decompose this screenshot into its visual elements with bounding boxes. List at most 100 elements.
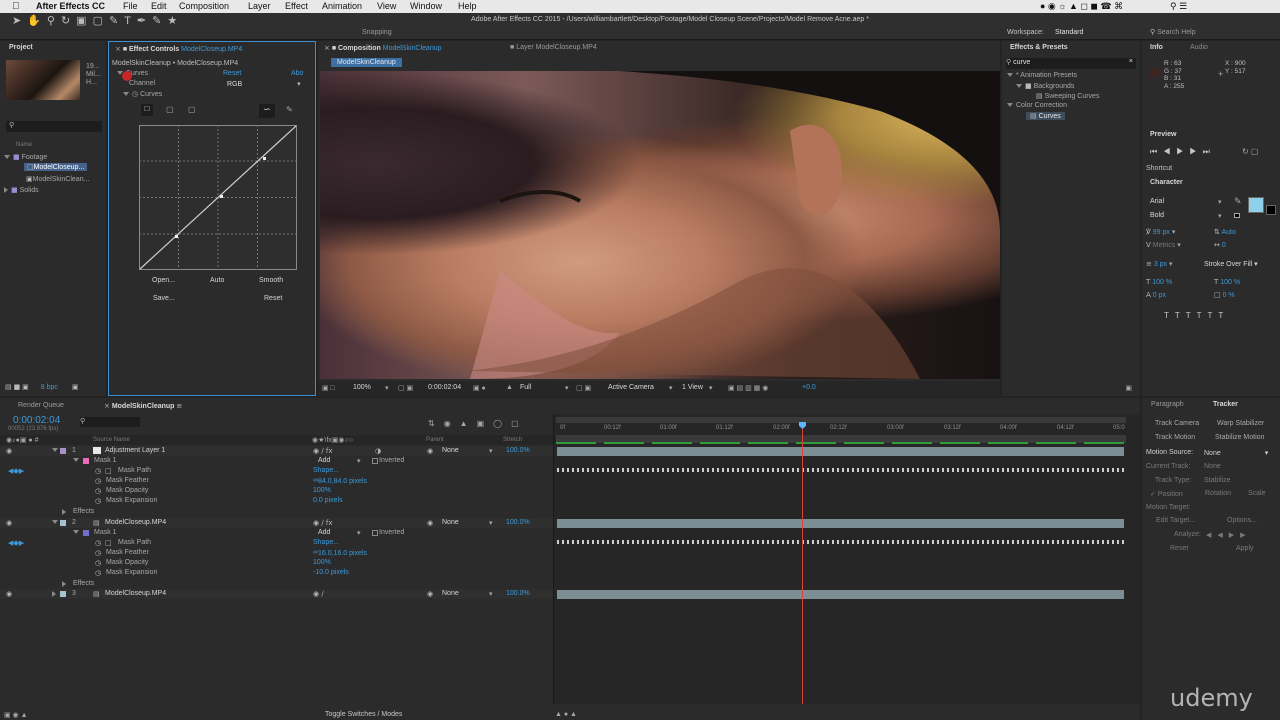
- style-chevron-icon[interactable]: ▾: [1218, 212, 1222, 220]
- position-checkbox[interactable]: ✓ Position: [1150, 490, 1183, 498]
- project-item-modelcloseup[interactable]: □ModelCloseup...: [24, 163, 88, 171]
- tab-layer[interactable]: ■ Layer ModelCloseup.MP4: [510, 44, 597, 51]
- mask-row-2[interactable]: Mask 1 Add ▾ Inverted: [0, 528, 553, 538]
- font-chevron-icon[interactable]: ▾: [1218, 198, 1222, 206]
- tracker-apply-button[interactable]: Apply: [1236, 545, 1254, 552]
- curve-size-small-button[interactable]: □: [141, 104, 153, 116]
- resolution-select[interactable]: Full: [520, 384, 531, 391]
- edit-target-button[interactable]: Edit Target...: [1156, 517, 1195, 524]
- roi-icon[interactable]: ▢ ▣: [576, 384, 591, 392]
- viewer-extra-icons[interactable]: ▣ ▤ ▥ ▦ ◉: [728, 384, 768, 392]
- kerning-field[interactable]: V Metrics ▾: [1146, 241, 1181, 249]
- preview-loop-icons[interactable]: ↻ ▢: [1242, 147, 1258, 156]
- preset-color-correction[interactable]: Color Correction: [1007, 102, 1067, 109]
- preset-sweeping-curves[interactable]: ▤ Sweeping Curves: [1036, 92, 1099, 100]
- tracking-field[interactable]: ↔ 0: [1214, 241, 1226, 249]
- always-preview-icon[interactable]: ▣ □: [322, 384, 335, 392]
- track-type-select[interactable]: Stabilize: [1204, 477, 1230, 484]
- menu-window[interactable]: Window: [410, 1, 442, 11]
- safe-margins-icon[interactable]: ▢ ▣: [398, 384, 413, 392]
- camera-select[interactable]: Active Camera: [608, 384, 654, 391]
- tracker-reset-button[interactable]: Reset: [1170, 545, 1188, 552]
- project-item-modelskinclean[interactable]: ▣ModelSkinClean...: [26, 175, 89, 183]
- column-name[interactable]: Name: [16, 142, 32, 148]
- col-stretch[interactable]: Stretch: [503, 437, 522, 443]
- menu-composition[interactable]: Composition: [179, 1, 229, 11]
- tab-character[interactable]: Character: [1150, 179, 1183, 186]
- tab-preview[interactable]: Preview: [1150, 131, 1176, 138]
- channel-icon[interactable]: ▲: [506, 384, 513, 391]
- mask-row-1[interactable]: Mask 1 Add ▾ Inverted: [0, 456, 553, 466]
- tool-icons[interactable]: ➤✋⚲↻▣▢✎T✒✎★: [12, 14, 183, 27]
- effects-search-input[interactable]: ⚲ curve ×: [1006, 58, 1136, 69]
- font-style-select[interactable]: Bold: [1150, 212, 1164, 219]
- tab-info[interactable]: Info: [1150, 44, 1163, 51]
- curves-open-button[interactable]: Open...: [152, 277, 175, 284]
- baseline-field[interactable]: A 0 px: [1146, 291, 1166, 299]
- font-size-field[interactable]: ℣ 99 px ▾: [1146, 228, 1175, 236]
- stroke-mode-select[interactable]: Stroke Over Fill ▾: [1204, 260, 1258, 268]
- menu-help[interactable]: Help: [458, 1, 477, 11]
- spotlight-icon[interactable]: ⚲ ☰: [1170, 1, 1187, 12]
- mask-opacity-row-2[interactable]: ◷ Mask Opacity 100%: [0, 558, 553, 568]
- curve-size-large-button[interactable]: ▢: [188, 105, 196, 114]
- project-item-solids[interactable]: ■ Solids: [4, 186, 39, 194]
- app-menu[interactable]: After Effects CC: [36, 1, 105, 11]
- effects-row-1[interactable]: Effects: [0, 507, 553, 517]
- mask-path-row-2[interactable]: ◀◆▶ ◷ □ Mask Path Shape...: [0, 538, 553, 548]
- motion-source-select[interactable]: None ▾: [1204, 449, 1268, 457]
- options-button[interactable]: Options...: [1227, 517, 1257, 524]
- viewer-timecode[interactable]: 0:00:02:04: [428, 384, 461, 391]
- toggle-switches-modes[interactable]: Toggle Switches / Modes: [325, 711, 402, 718]
- tab-composition[interactable]: × ■ Composition ModelSkinCleanup: [324, 44, 442, 52]
- curves-property[interactable]: ◷ Curves: [123, 90, 162, 98]
- track-motion-button[interactable]: Track Motion: [1155, 434, 1195, 441]
- tab-project[interactable]: Project: [9, 44, 33, 51]
- stroke-color-swatch[interactable]: [1266, 205, 1276, 215]
- tab-timeline-comp[interactable]: × ModelSkinCleanup ≡: [104, 402, 182, 410]
- project-search-input[interactable]: ⚲: [6, 121, 102, 132]
- track-camera-button[interactable]: Track Camera: [1155, 420, 1199, 427]
- curves-save-button[interactable]: Save...: [153, 295, 175, 302]
- timeline-footer-icons[interactable]: ▣ ◉ ▲: [4, 711, 28, 719]
- preview-transport-icons[interactable]: ⏮◀▶▶⏭: [1150, 147, 1216, 157]
- mask-feather-row-2[interactable]: ◷ Mask Feather ∞ 16.0,16.0 pixels: [0, 548, 553, 558]
- camera-chevron-icon[interactable]: ▾: [669, 384, 673, 392]
- effects-row-2[interactable]: Effects: [0, 579, 553, 589]
- snapping-label[interactable]: Snapping: [362, 29, 392, 36]
- menu-animation[interactable]: Animation: [322, 1, 362, 11]
- horizontal-scale-field[interactable]: T 100 %: [1214, 278, 1240, 286]
- mask-expansion-row-2[interactable]: ◷ Mask Expansion -10.0 pixels: [0, 568, 553, 578]
- workspace-select[interactable]: Standard: [1055, 29, 1083, 36]
- tab-effect-controls[interactable]: × ■ Effect Controls ModelCloseup.MP4: [115, 45, 242, 53]
- tab-paragraph[interactable]: Paragraph: [1151, 401, 1184, 408]
- preset-animation-presets[interactable]: * Animation Presets: [1007, 72, 1077, 79]
- current-time-indicator[interactable]: [802, 422, 803, 704]
- analyze-buttons[interactable]: ◀◀▶▶: [1206, 531, 1252, 539]
- warp-stabilizer-button[interactable]: Warp Stabilizer: [1217, 420, 1264, 427]
- exposure-value[interactable]: +0.0: [802, 384, 816, 391]
- leading-field[interactable]: ⇅ Auto: [1214, 228, 1236, 236]
- rotation-checkbox[interactable]: Rotation: [1205, 490, 1231, 497]
- tab-audio[interactable]: Audio: [1190, 44, 1208, 51]
- layer-bar-1[interactable]: [557, 447, 1124, 456]
- curves-reset-button[interactable]: Reset: [264, 295, 282, 302]
- reset-link[interactable]: Reset: [223, 70, 241, 77]
- tab-render-queue[interactable]: Render Queue: [18, 402, 64, 409]
- timeline-graph[interactable]: 0f 00:12f 01:00f 01:12f 02:00f 02:12f 03…: [553, 414, 1140, 704]
- timeline-search-input[interactable]: ⚲: [80, 417, 140, 427]
- bpc-button[interactable]: 8 bpc: [41, 384, 58, 391]
- curve-size-medium-button[interactable]: ▢: [166, 105, 174, 114]
- trash-icon[interactable]: ▣: [72, 383, 79, 391]
- curves-smooth-button[interactable]: Smooth: [259, 277, 283, 284]
- tsume-field[interactable]: □ 0 %: [1214, 291, 1235, 299]
- zoom-chevron-icon[interactable]: ▾: [385, 384, 389, 392]
- stroke-width-field[interactable]: ≡ 3 px ▾: [1146, 260, 1173, 268]
- col-parent[interactable]: Parent: [426, 437, 444, 443]
- time-ruler[interactable]: 0f 00:12f 01:00f 01:12f 02:00f 02:12f 03…: [556, 425, 1126, 434]
- current-track-select[interactable]: None: [1204, 463, 1221, 470]
- tab-tracker[interactable]: Tracker: [1213, 401, 1238, 408]
- new-comp-icon[interactable]: ▣: [22, 383, 29, 391]
- layer-row-3[interactable]: ◉ 3 ▤ ModelCloseup.MP4 ◉ ∕ ◉ None ▾ 100.0…: [0, 589, 553, 599]
- mask-path-row-1[interactable]: ◀◆▶ ◷ □ Mask Path Shape...: [0, 466, 553, 476]
